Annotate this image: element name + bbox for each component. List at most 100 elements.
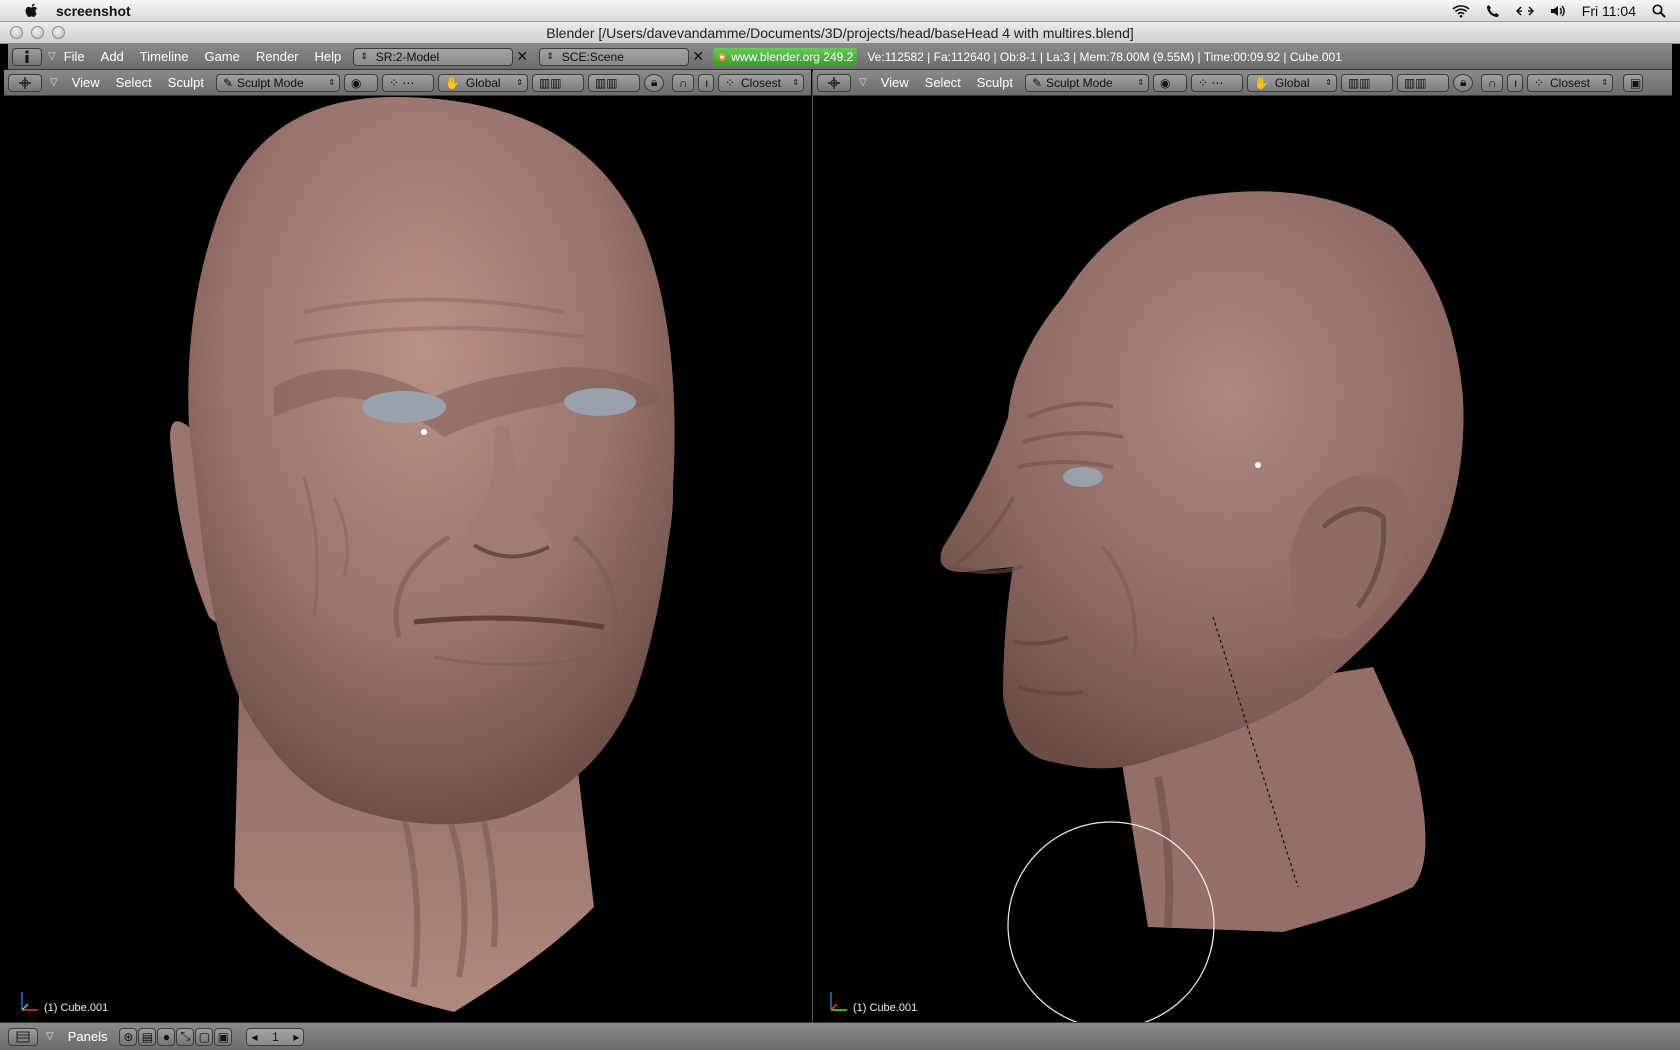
snap-target-dropdown[interactable]: ⁘ Closest ⇕ (1526, 73, 1613, 92)
proportional-edit-button[interactable]: ∩ (671, 73, 694, 92)
lock-layers-button[interactable]: 🔒︎ (1452, 73, 1473, 92)
delete-screen-button[interactable]: ✕ (513, 48, 531, 66)
editor-type-info-button[interactable] (12, 47, 42, 66)
layers-group-2[interactable]: ▥▥ (587, 73, 640, 92)
wifi-icon[interactable] (1452, 4, 1470, 18)
minimize-window-button[interactable] (31, 26, 44, 39)
editor-type-3d-button[interactable] (8, 73, 42, 92)
delete-scene-button[interactable]: ✕ (689, 48, 707, 66)
chevron-right-icon[interactable]: ▸ (293, 1030, 299, 1044)
panels-menu[interactable]: Panels (60, 1029, 116, 1044)
sculpt-mesh-front[interactable] (4, 97, 811, 1022)
mode-label: Sculpt Mode (1046, 75, 1113, 90)
mode-dropdown[interactable]: ✎ Sculpt Mode ⇕ (215, 73, 340, 92)
scene-selector[interactable]: ⇕ SCE:Scene (539, 47, 690, 66)
version-badge[interactable]: www.blender.org 249.2 (713, 47, 858, 66)
screen-selector[interactable]: ⇕ SR:2-Model (353, 47, 514, 66)
collapse-menu-icon[interactable]: ▽ (859, 77, 867, 88)
scene-context-button[interactable]: ▣ (214, 1027, 233, 1046)
menu-help[interactable]: Help (307, 49, 350, 64)
close-window-button[interactable] (10, 26, 23, 39)
menu-render[interactable]: Render (248, 49, 307, 64)
script-context-button[interactable]: ▤ (138, 1027, 157, 1046)
logic-context-button[interactable]: ⊛ (119, 1027, 138, 1046)
editing-context-button[interactable]: ▢ (195, 1027, 214, 1046)
app-name[interactable]: screenshot (56, 3, 131, 19)
layers-icon: ▥▥ (1347, 75, 1371, 90)
menu-timeline[interactable]: Timeline (132, 49, 197, 64)
snap-target-dropdown[interactable]: ⁘ Closest ⇕ (717, 73, 804, 92)
menu-file[interactable]: File (56, 49, 93, 64)
viewport-right[interactable]: (1) Cube.001 (813, 97, 1672, 1022)
solid-sphere-icon: ◉ (1159, 75, 1171, 90)
render-preview-button[interactable]: ▣ (1622, 73, 1643, 92)
layers-icon: ▥▥ (594, 75, 618, 90)
snap-target-icon: ⁘ (724, 75, 735, 90)
phone-icon[interactable] (1486, 4, 1500, 18)
editor-type-3d-button[interactable] (817, 73, 851, 92)
menu-select[interactable]: Select (917, 75, 969, 90)
arrows-icon[interactable] (1515, 5, 1534, 17)
image-icon: ▣ (1629, 75, 1642, 90)
clock[interactable]: Fri 11:04 (1582, 3, 1636, 19)
mac-menubar: screenshot Fri 11:04 (0, 0, 1680, 22)
axis-gizmo-icon (21, 992, 38, 1011)
lock-layers-button[interactable]: 🔒︎ (643, 73, 664, 92)
proportional-edit-button[interactable]: ∩ (1480, 73, 1503, 92)
orientation-dropdown[interactable]: ✋ Global ⇕ (437, 73, 528, 92)
object-context-button[interactable]: ⤡ (176, 1027, 195, 1046)
3d-view-icon (19, 76, 31, 89)
brush-cursor (1255, 462, 1261, 468)
version-text: www.blender.org 249.2 (731, 49, 854, 64)
menu-view[interactable]: View (64, 75, 108, 90)
mode-dropdown[interactable]: ✎ Sculpt Mode ⇕ (1024, 73, 1149, 92)
active-object-label: (1) Cube.001 (853, 1002, 918, 1014)
chevron-left-icon[interactable]: ◂ (251, 1030, 257, 1044)
spotlight-search-icon[interactable] (1652, 3, 1666, 18)
editor-type-buttons-button[interactable] (8, 1027, 38, 1046)
editing-square-icon: ▢ (198, 1029, 211, 1044)
layers-group-2[interactable]: ▥▥ (1396, 73, 1449, 92)
snap-label: Closest (1550, 75, 1591, 90)
scene-image-icon: ▣ (217, 1029, 230, 1044)
frame-value: 1 (272, 1029, 279, 1044)
zoom-window-button[interactable] (52, 26, 65, 39)
shading-context-button[interactable]: ● (157, 1027, 176, 1046)
orientation-dropdown[interactable]: ✋ Global ⇕ (1246, 73, 1337, 92)
orientation-label: Global (465, 75, 501, 90)
volume-icon[interactable] (1550, 4, 1566, 18)
draw-type-dropdown[interactable]: ◉ (343, 73, 378, 92)
mode-label: Sculpt Mode (237, 75, 304, 90)
window-controls (10, 26, 65, 39)
frame-number-field[interactable]: ◂ 1 ▸ (246, 1027, 305, 1046)
solid-sphere-icon: ◉ (350, 75, 362, 90)
updown-arrows-icon: ⇕ (1325, 78, 1332, 87)
3d-view-icon (828, 76, 840, 89)
window-title: Blender [/Users/davevandamme/Documents/3… (546, 24, 1134, 41)
menu-view[interactable]: View (873, 75, 917, 90)
layers-group-1[interactable]: ▥▥ (531, 73, 584, 92)
menu-sculpt[interactable]: Sculpt (969, 75, 1021, 90)
updown-arrows-icon: ⇕ (328, 78, 335, 87)
pivot-icon: ⁘ ⋯ (388, 75, 415, 90)
draw-type-dropdown[interactable]: ◉ (1152, 73, 1187, 92)
snap-toggle[interactable]: ı (697, 73, 714, 92)
brush-icon: ✎ (1031, 75, 1042, 90)
pivot-dropdown[interactable]: ⁘ ⋯ (1190, 73, 1243, 92)
pivot-dropdown[interactable]: ⁘ ⋯ (381, 73, 434, 92)
menu-add[interactable]: Add (93, 49, 132, 64)
menu-game[interactable]: Game (196, 49, 247, 64)
pivot-icon: ⁘ ⋯ (1197, 75, 1224, 90)
collapse-menu-icon[interactable]: ▽ (50, 77, 58, 88)
sculpt-mesh-side[interactable] (813, 97, 1672, 1022)
apple-icon[interactable] (20, 3, 44, 19)
layers-group-1[interactable]: ▥▥ (1340, 73, 1393, 92)
collapse-menu-icon[interactable]: ▽ (48, 51, 56, 62)
snap-toggle[interactable]: ı (1506, 73, 1523, 92)
menu-sculpt[interactable]: Sculpt (160, 75, 212, 90)
updown-arrows-icon: ⇕ (516, 78, 523, 87)
menu-select[interactable]: Select (108, 75, 160, 90)
lock-icon: 🔒︎ (1459, 75, 1467, 89)
collapse-menu-icon[interactable]: ▽ (46, 1031, 54, 1042)
viewport-left[interactable]: (1) Cube.001 (4, 97, 811, 1022)
